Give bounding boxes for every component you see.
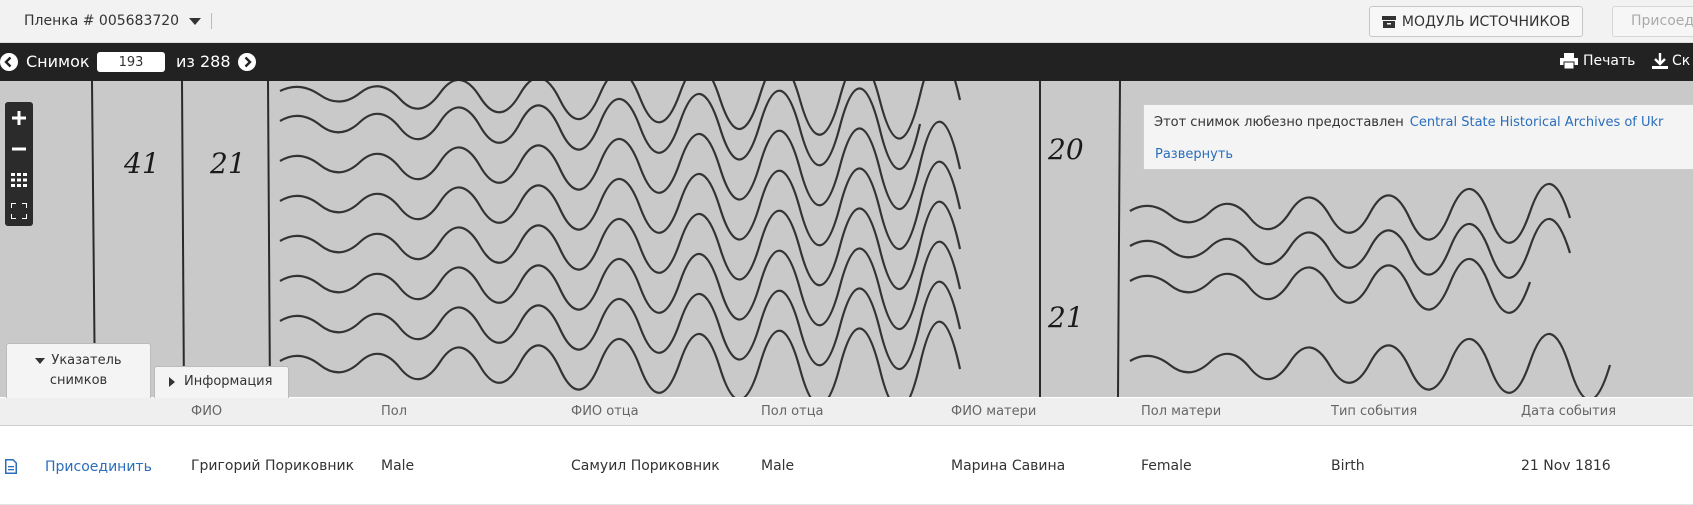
- cell-event-type: Birth: [1331, 458, 1365, 474]
- table-row: Присоединить Григорий Пориковник Male Са…: [0, 426, 1693, 505]
- column-header[interactable]: Пол матери: [1141, 404, 1221, 419]
- courtesy-popup: Этот снимок любезно предоставлен Central …: [1143, 104, 1693, 170]
- courtesy-text: Этот снимок любезно предоставлен: [1154, 115, 1404, 130]
- download-label: Ск: [1672, 53, 1691, 69]
- attach-record-link[interactable]: Присоединить: [45, 459, 152, 475]
- zoom-in-icon[interactable]: [5, 102, 33, 133]
- cell-father-gender: Male: [761, 458, 795, 474]
- handwriting-number: 41: [123, 147, 160, 180]
- image-toolbar: Снимок из 288 Печать Ск: [0, 43, 1693, 81]
- image-total-label: из 288: [176, 52, 231, 71]
- sources-module-button[interactable]: МОДУЛЬ ИСТОЧНИКОВ: [1369, 6, 1583, 37]
- download-icon: [1652, 53, 1668, 69]
- fullscreen-icon[interactable]: [5, 195, 33, 226]
- column-header[interactable]: ФИО отца: [571, 404, 639, 419]
- caret-down-icon: [35, 357, 46, 364]
- arrow-left-circle-icon[interactable]: [0, 53, 18, 71]
- print-label: Печать: [1583, 53, 1636, 69]
- archive-box-icon: [1381, 15, 1396, 28]
- cell-name: Григорий Пориковник: [191, 458, 355, 474]
- cell-event-date: 21 Nov 1816: [1521, 458, 1611, 474]
- courtesy-text-line: Этот снимок любезно предоставлен Central …: [1154, 115, 1663, 130]
- expand-link[interactable]: Развернуть: [1155, 147, 1233, 162]
- column-header[interactable]: Тип события: [1331, 404, 1417, 419]
- tab-information[interactable]: Информация: [154, 366, 289, 398]
- column-header[interactable]: Пол отца: [761, 404, 824, 419]
- handwriting-number: 20: [1047, 133, 1084, 166]
- divider: [211, 13, 213, 29]
- image-number-input[interactable]: [97, 52, 165, 72]
- print-button[interactable]: Печать: [1560, 53, 1635, 69]
- arrow-right-circle-icon[interactable]: [238, 53, 256, 71]
- attach-button[interactable]: Присоед: [1612, 6, 1693, 37]
- archive-source-link[interactable]: Central State Historical Archives of Ukr: [1410, 115, 1664, 130]
- printer-icon: [1560, 53, 1578, 69]
- handwriting-number: 21: [209, 147, 246, 180]
- column-header[interactable]: Дата события: [1521, 404, 1616, 419]
- image-viewer[interactable]: 41 21 20 21 Этот снимок любезно предоста…: [0, 81, 1693, 397]
- cell-gender: Male: [381, 458, 415, 474]
- column-header[interactable]: ФИО: [191, 404, 222, 419]
- chevron-down-icon[interactable]: [189, 17, 202, 25]
- film-label: Пленка # 005683720: [24, 13, 180, 29]
- column-header[interactable]: Пол: [381, 404, 407, 419]
- zoom-out-icon[interactable]: [5, 133, 33, 164]
- cell-mother-name: Марина Савина: [951, 458, 1066, 474]
- grid-icon[interactable]: [5, 164, 33, 195]
- document-icon[interactable]: [5, 459, 17, 474]
- image-label: Снимок: [26, 52, 90, 71]
- tab-image-index[interactable]: Указатель снимков: [6, 343, 151, 398]
- sources-module-label: МОДУЛЬ ИСТОЧНИКОВ: [1401, 13, 1571, 30]
- tab-information-label: Информация: [184, 374, 273, 389]
- download-button[interactable]: Ск: [1652, 53, 1690, 69]
- caret-right-icon: [169, 376, 175, 387]
- top-header: Пленка # 005683720 МОДУЛЬ ИСТОЧНИКОВ При…: [0, 0, 1693, 43]
- cell-mother-gender: Female: [1141, 458, 1192, 474]
- index-table-header: ФИО Пол ФИО отца Пол отца ФИО матери Пол…: [0, 398, 1693, 426]
- cell-father-name: Самуил Пориковник: [571, 458, 720, 474]
- tab-image-index-label: Указатель снимков: [49, 353, 122, 388]
- film-selector[interactable]: Пленка # 005683720: [24, 13, 213, 29]
- column-header[interactable]: ФИО матери: [951, 404, 1036, 419]
- zoom-controls: [5, 102, 33, 226]
- handwriting-number: 21: [1047, 301, 1084, 334]
